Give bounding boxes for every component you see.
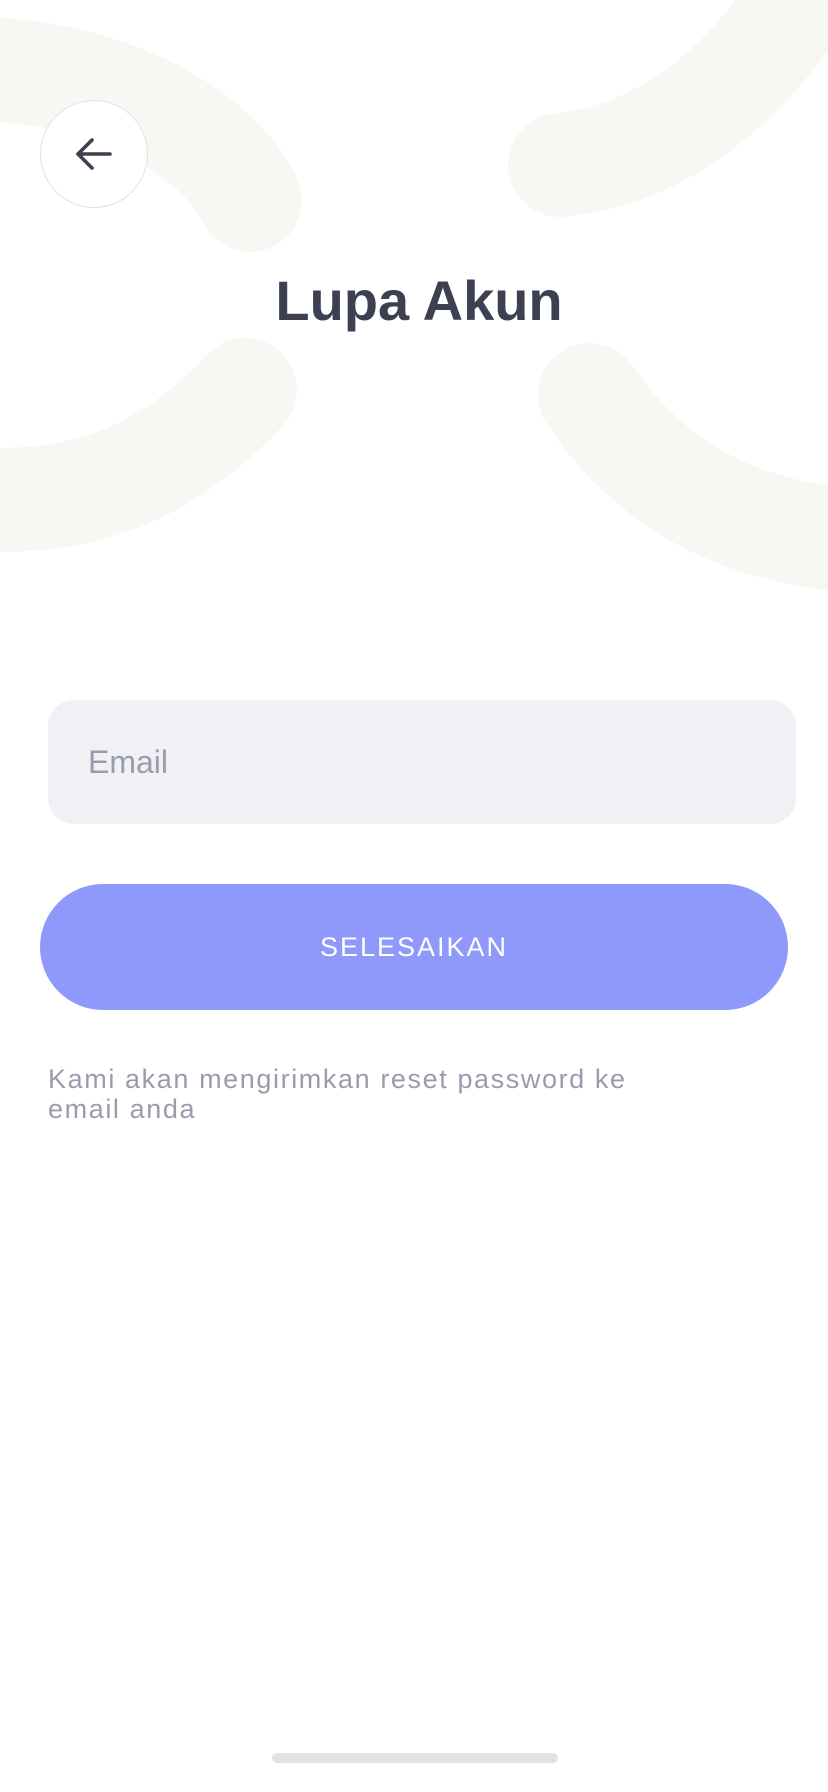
home-indicator bbox=[272, 1753, 558, 1763]
page-title: Lupa Akun bbox=[275, 269, 563, 332]
back-button[interactable] bbox=[40, 100, 148, 208]
arrow-left-icon bbox=[76, 138, 112, 170]
submit-button[interactable]: SELESAIKAN bbox=[40, 884, 788, 1010]
decor-arc-left bbox=[0, 338, 297, 552]
decor-arc-top-right bbox=[508, 0, 828, 217]
email-field[interactable] bbox=[48, 700, 796, 824]
helper-text: Kami akan mengirimkan reset password ke … bbox=[48, 1064, 627, 1124]
decor-arc-right bbox=[538, 343, 828, 591]
